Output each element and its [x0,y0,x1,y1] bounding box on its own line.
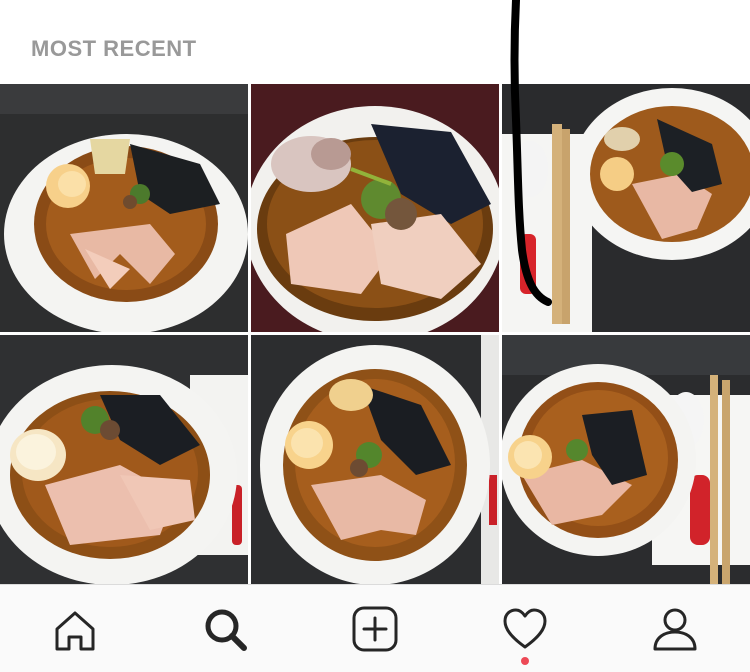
grid-post-4[interactable] [0,335,248,584]
search-icon [205,609,247,651]
ramen-photo [251,335,499,584]
tab-profile[interactable] [645,601,705,657]
tab-search[interactable] [195,601,255,657]
explore-screen: MOST RECENT [0,0,750,672]
tab-add-post[interactable] [345,601,405,657]
ramen-photo [0,335,248,584]
tab-activity[interactable] [495,601,555,657]
home-icon [55,611,95,651]
grid-post-3[interactable] [502,84,750,332]
ramen-photo [251,84,499,332]
profile-icon [653,608,697,651]
grid-post-1[interactable] [0,84,248,332]
grid-post-2[interactable] [251,84,499,332]
section-title: MOST RECENT [31,36,197,61]
section-header: MOST RECENT [0,0,750,84]
ramen-photo [0,84,248,332]
heart-icon [503,608,547,649]
add-post-icon [352,606,398,652]
bottom-tab-bar [0,584,750,672]
photo-grid [0,84,750,584]
grid-post-5[interactable] [251,335,499,584]
grid-post-6[interactable] [502,335,750,584]
ramen-photo [502,84,750,332]
ramen-photo [502,335,750,584]
tab-home[interactable] [45,601,105,657]
activity-notification-dot [521,657,529,665]
